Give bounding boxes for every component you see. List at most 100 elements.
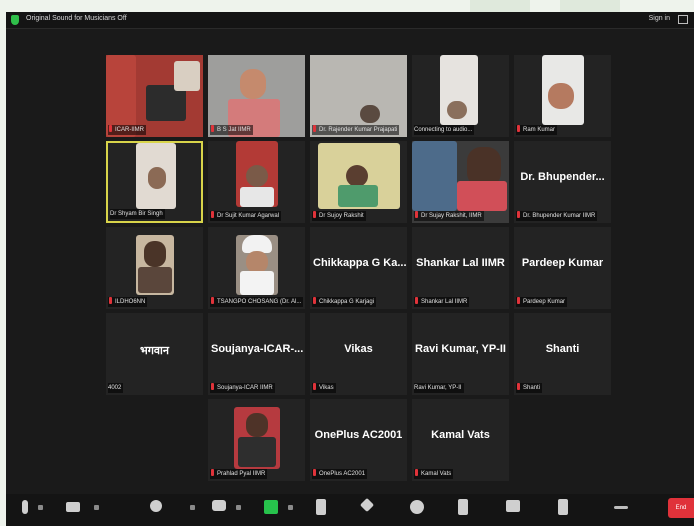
muted-mic-icon <box>211 297 214 304</box>
mic-icon[interactable] <box>22 500 28 514</box>
muted-mic-icon <box>109 125 112 132</box>
muted-mic-icon <box>313 297 316 304</box>
participant-display-name: Dr. Bhupender... <box>520 171 605 183</box>
participant-display-name: भगवान <box>140 345 169 357</box>
participant-display-name: Pardeep Kumar <box>521 257 604 269</box>
participant-tile[interactable]: Dr Sujay Rakshit, IIMR <box>412 141 509 223</box>
muted-mic-icon <box>517 297 520 304</box>
muted-mic-icon <box>211 125 214 132</box>
more-options-icon[interactable] <box>558 499 568 515</box>
participant-name: 4002 <box>108 383 124 393</box>
participant-tile[interactable]: Dr Sujit Kumar Agarwal <box>208 141 305 223</box>
participant-name: Dr Shyam Bir Singh <box>110 209 165 219</box>
participant-tile[interactable]: OnePlus AC2001 OnePlus AC2001 <box>310 399 407 481</box>
muted-mic-icon <box>211 211 214 218</box>
participant-name: ILDHO6NN <box>108 297 148 307</box>
notes-icon[interactable] <box>506 500 520 512</box>
participant-tile[interactable]: Shanti Shanti <box>514 313 611 395</box>
chevron-up-icon[interactable] <box>38 505 43 510</box>
participant-name: Ram Kumar <box>516 125 558 135</box>
muted-mic-icon <box>415 297 418 304</box>
participant-name: Dr. Rajender Kumar Prajapati <box>312 125 400 135</box>
muted-mic-icon <box>313 469 316 476</box>
participant-name: ICAR-IIMR <box>108 125 146 135</box>
participant-name: Pardeep Kumar <box>516 297 568 307</box>
muted-mic-icon <box>517 125 520 132</box>
participant-tile[interactable]: Dr. Bhupender... Dr. Bhupender Kumar IIM… <box>514 141 611 223</box>
participant-display-name: Kamal Vats <box>431 429 490 441</box>
chevron-up-icon[interactable] <box>190 505 195 510</box>
participant-name: Vikas <box>312 383 336 393</box>
participant-display-name: Chikkappa G Ka... <box>313 257 407 269</box>
participant-display-name: Soujanya-ICAR-... <box>211 343 304 355</box>
participant-name: Ravi Kumar, YP-II <box>414 383 464 393</box>
gallery-view-icon[interactable] <box>678 15 688 24</box>
participant-tile[interactable]: Pardeep Kumar Pardeep Kumar <box>514 227 611 309</box>
muted-mic-icon <box>415 469 418 476</box>
participant-name: Prahlad Pyal IIMR <box>210 469 268 479</box>
participant-name: Connecting to audio... <box>414 125 475 135</box>
share-screen-icon[interactable] <box>264 500 278 514</box>
participant-name: Dr. Bhupender Kumar IIMR <box>516 211 598 221</box>
muted-mic-icon <box>517 383 520 390</box>
participant-tile[interactable]: Vikas Vikas <box>310 313 407 395</box>
muted-mic-icon <box>211 383 214 390</box>
participant-name: Dr Sujay Rakshit, IIMR <box>414 211 484 221</box>
more-icon[interactable] <box>614 506 628 509</box>
participant-tile[interactable]: Kamal Vats Kamal Vats <box>412 399 509 481</box>
meeting-toolbar: End <box>6 494 694 526</box>
muted-mic-icon <box>415 211 418 218</box>
participant-tile[interactable]: ICAR-IIMR <box>106 55 203 137</box>
video-icon[interactable] <box>66 502 80 512</box>
end-meeting-button[interactable]: End <box>668 498 694 518</box>
participant-name: Chikkappa G Karjagi <box>312 297 377 307</box>
chat-icon[interactable] <box>212 500 226 511</box>
muted-mic-icon <box>109 297 112 304</box>
participant-name: Shanti <box>516 383 543 393</box>
participants-icon[interactable] <box>150 500 162 512</box>
participant-tile[interactable]: Prahlad Pyal IIMR <box>208 399 305 481</box>
zoom-meeting-window: Original Sound for Musicians Off Sign in… <box>6 12 694 526</box>
participant-tile[interactable]: Dr. Rajender Kumar Prajapati <box>310 55 407 137</box>
participant-tile[interactable]: ILDHO6NN <box>106 227 203 309</box>
chevron-up-icon[interactable] <box>288 505 293 510</box>
participant-name: OnePlus AC2001 <box>312 469 368 479</box>
reactions-icon[interactable] <box>359 497 375 513</box>
participant-tile[interactable]: Ram Kumar <box>514 55 611 137</box>
muted-mic-icon <box>313 125 316 132</box>
record-icon[interactable] <box>316 499 326 515</box>
participant-tile[interactable]: Ravi Kumar, YP-II Ravi Kumar, YP-II <box>412 313 509 395</box>
participant-tile[interactable]: Chikkappa G Ka... Chikkappa G Karjagi <box>310 227 407 309</box>
muted-mic-icon <box>211 469 214 476</box>
participant-tile[interactable]: Connecting to audio... <box>412 55 509 137</box>
participant-tile[interactable]: Shankar Lal IIMR Shankar Lal IIMR <box>412 227 509 309</box>
participant-name: Dr Sujoy Rakshit <box>312 211 366 221</box>
participant-display-name: Ravi Kumar, YP-II <box>415 343 506 355</box>
participant-tile[interactable]: भगवान 4002 <box>106 313 203 395</box>
participant-name: Kamal Vats <box>414 469 454 479</box>
chevron-up-icon[interactable] <box>236 505 241 510</box>
muted-mic-icon <box>313 211 316 218</box>
participant-name: Dr Sujit Kumar Agarwal <box>210 211 282 221</box>
meeting-top-bar: Original Sound for Musicians Off Sign in <box>6 12 694 29</box>
whiteboard-icon[interactable] <box>458 499 468 515</box>
sign-in-link[interactable]: Sign in <box>649 15 670 22</box>
participant-name: Shankar Lal IIMR <box>414 297 470 307</box>
participant-tile[interactable]: Soujanya-ICAR-... Soujanya-ICAR IIMR <box>208 313 305 395</box>
participant-tile[interactable]: B S Jat IIMR <box>208 55 305 137</box>
participant-tile[interactable]: Dr Sujoy Rakshit <box>310 141 407 223</box>
active-speaker-tile[interactable]: Dr Shyam Bir Singh <box>106 141 203 223</box>
participant-name: TSANGPO CHOSANG (Dr. Al... <box>210 297 304 307</box>
original-sound-status[interactable]: Original Sound for Musicians Off <box>26 15 127 22</box>
participant-display-name: OnePlus AC2001 <box>314 429 403 441</box>
participant-name: Soujanya-ICAR IIMR <box>210 383 275 393</box>
participant-tile[interactable]: TSANGPO CHOSANG (Dr. Al... <box>208 227 305 309</box>
chevron-up-icon[interactable] <box>94 505 99 510</box>
participant-display-name: Vikas <box>344 343 373 355</box>
participant-display-name: Shanti <box>545 343 580 355</box>
security-shield-icon[interactable] <box>11 15 19 25</box>
apps-icon[interactable] <box>410 500 424 514</box>
participant-name: B S Jat IIMR <box>210 125 253 135</box>
muted-mic-icon <box>517 211 520 218</box>
participant-display-name: Shankar Lal IIMR <box>416 257 505 269</box>
